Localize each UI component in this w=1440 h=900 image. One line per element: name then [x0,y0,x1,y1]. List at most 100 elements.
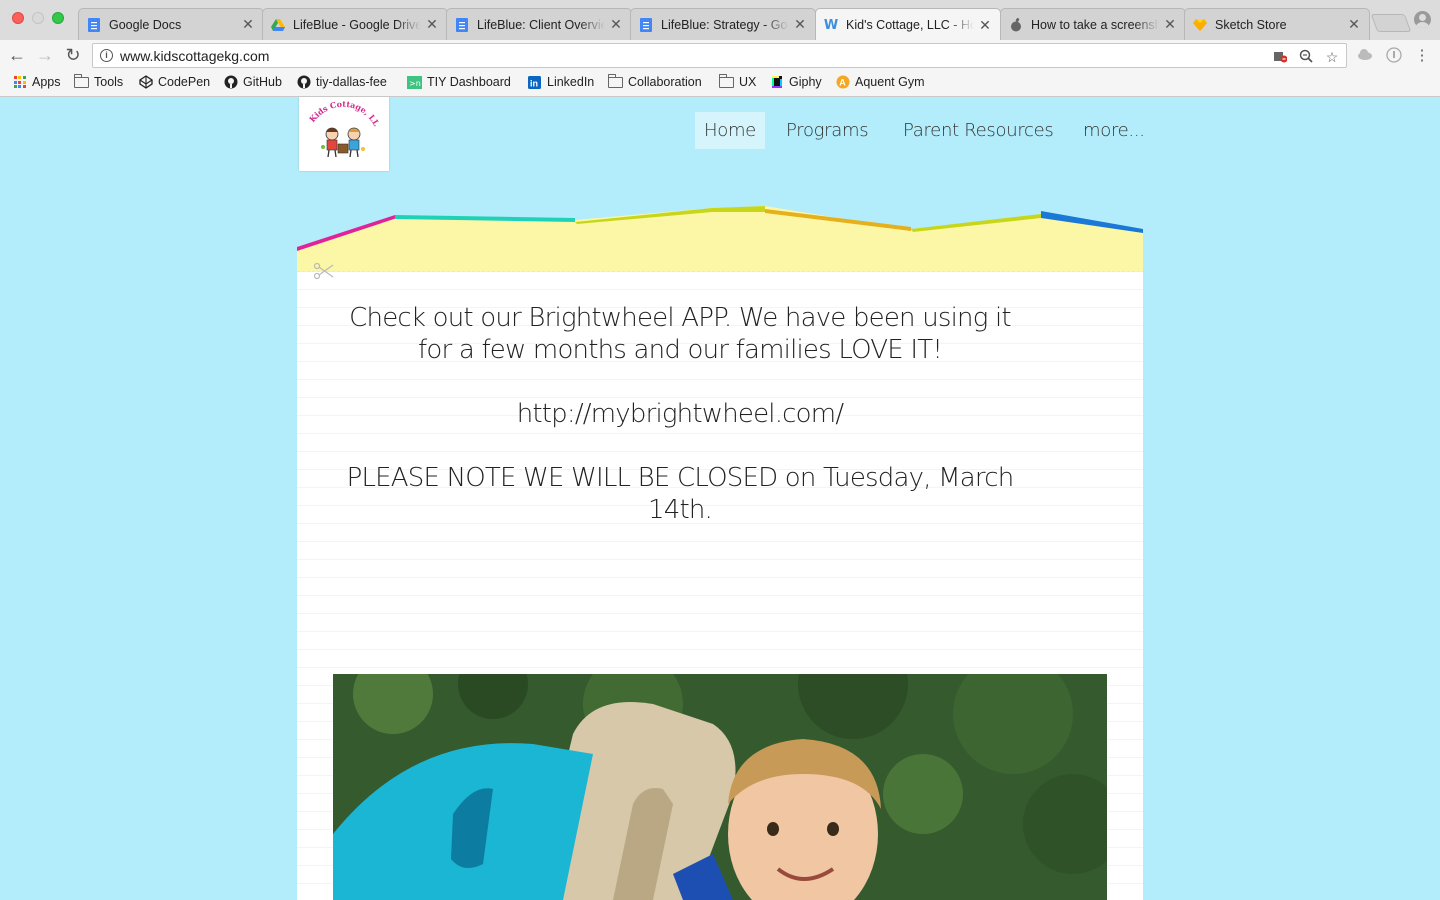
folder-icon [719,73,734,89]
nav-programs[interactable]: Programs [777,112,877,149]
bookmark-tiy-dallas-fee[interactable]: tiy-dallas-fee [296,75,387,89]
browser-chrome: Google Docs ✕ LifeBlue - Google Drive ✕ … [0,0,1440,97]
linkedin-icon: in [527,75,542,89]
extension-circle-icon[interactable] [1385,47,1403,65]
back-icon[interactable]: ← [6,44,28,66]
address-bar[interactable]: i www.kidscottagekg.com ☆ [92,43,1347,68]
closure-notice-line-2: 14th. [647,495,713,525]
docs-icon [639,17,653,32]
weebly-icon: W [823,17,839,33]
zoom-icon[interactable] [1298,49,1314,65]
tab-title: LifeBlue: Client Overview [477,17,605,32]
bookmark-github[interactable]: GitHub [223,75,282,89]
tab-title: Google Docs [109,17,182,32]
close-tab-icon[interactable]: ✕ [978,17,992,34]
tab-strip: Google Docs ✕ LifeBlue - Google Drive ✕ … [0,0,1440,41]
close-tab-icon[interactable]: ✕ [793,16,807,33]
tab-title: Sketch Store [1215,17,1287,32]
docs-icon [455,17,469,32]
playground-photo-illustration [333,674,1107,900]
tab-lifeblue-client-overview[interactable]: LifeBlue: Client Overview ✕ [446,8,632,40]
tab-lifeblue-drive[interactable]: LifeBlue - Google Drive ✕ [262,8,448,40]
tab-sketch-store[interactable]: Sketch Store ✕ [1184,8,1370,40]
codepen-icon [138,75,153,89]
bookmark-label: Tools [94,75,124,89]
nav-more[interactable]: more... [1074,112,1154,149]
bookmark-linkedin[interactable]: in LinkedIn [527,75,594,89]
bookmark-codepen[interactable]: CodePen [138,75,210,89]
browser-toolbar: ← → ↻ i www.kidscottagekg.com ☆ ⋮ [0,40,1440,70]
profile-icon[interactable] [1414,11,1431,28]
bookmark-label: tiy-dallas-fee [316,75,387,89]
bookmark-label: Collaboration [628,75,702,89]
bookmark-tiy-dashboard[interactable]: >n TIY Dashboard [407,75,511,89]
nav-home[interactable]: Home [695,112,765,149]
apps-grid-icon [12,75,27,89]
nav-parent-resources[interactable]: Parent Resources [894,112,1062,149]
reload-icon[interactable]: ↻ [62,44,84,66]
tab-screenshot-howto[interactable]: How to take a screenshot ✕ [1000,8,1186,40]
new-tab-button[interactable] [1370,14,1412,32]
folder-icon [608,73,623,89]
bookmark-label: UX [739,75,757,89]
giphy-icon [769,75,784,89]
maximize-window-button[interactable] [52,12,64,24]
close-tab-icon[interactable]: ✕ [425,16,439,33]
web-page: Kids Cottage, LLC Home Programs Parent R… [0,97,1440,900]
featured-photo [333,674,1107,900]
info-icon[interactable]: i [100,49,113,62]
svg-text:A: A [839,78,846,88]
svg-text:>n: >n [409,79,421,88]
bookmark-aquent-gym[interactable]: A Aquent Gym [835,75,924,89]
apple-icon [1009,17,1023,32]
brightwheel-link[interactable]: http://mybrightwheel.com/ [330,398,1030,430]
github-icon [296,75,311,89]
aquent-icon: A [835,75,850,89]
github-icon [223,75,238,89]
bookmark-label: Aquent Gym [855,75,925,89]
menu-kebab-icon[interactable]: ⋮ [1413,47,1431,65]
bookmark-star-icon[interactable]: ☆ [1324,49,1340,65]
docs-icon [87,17,101,32]
folder-icon [74,73,89,89]
url-text: www.kidscottagekg.com [120,48,270,64]
logo-illustration: Kids Cottage, LLC [296,97,382,158]
bookmark-collaboration[interactable]: Collaboration [608,73,702,89]
svg-text:in: in [530,78,538,88]
decorative-header-stripes [297,206,1143,274]
close-tab-icon[interactable]: ✕ [241,16,255,33]
sketch-icon [1193,18,1207,32]
bookmark-tools[interactable]: Tools [74,73,124,89]
tab-google-docs[interactable]: Google Docs ✕ [78,8,264,40]
blocked-plugin-icon[interactable] [1272,49,1288,65]
tab-kids-cottage[interactable]: W Kid's Cottage, LLC - Home ✕ [815,8,1001,41]
close-tab-icon[interactable]: ✕ [1347,16,1361,33]
announcement-line-1: Check out our Brightwheel APP. We have b… [349,303,1011,333]
drive-icon [271,18,285,32]
tab-title: How to take a screenshot [1031,17,1159,32]
logo-text: Kids Cottage, LLC [296,97,382,128]
site-logo[interactable]: Kids Cottage, LLC [296,97,389,171]
close-window-button[interactable] [12,12,24,24]
scissors-icon [313,262,334,280]
bookmark-ux[interactable]: UX [719,73,757,89]
bookmark-giphy[interactable]: Giphy [769,75,822,89]
bookmark-apps[interactable]: Apps [12,75,61,89]
close-tab-icon[interactable]: ✕ [609,16,623,33]
tab-title: LifeBlue: Strategy - Google Docs [661,17,789,32]
forward-icon[interactable]: → [34,44,56,66]
bookmark-label: GitHub [243,75,282,89]
minimize-window-button[interactable] [32,12,44,24]
tab-title: Kid's Cottage, LLC - Home [846,18,974,32]
bookmark-label: TIY Dashboard [427,75,511,89]
close-tab-icon[interactable]: ✕ [1163,16,1177,33]
tab-lifeblue-strategy[interactable]: LifeBlue: Strategy - Google Docs ✕ [630,8,816,40]
bookmarks-bar: Apps Tools CodePen GitHub tiy-dallas-fee [0,70,1440,97]
tiy-icon: >n [407,75,422,89]
tab-title: LifeBlue - Google Drive [293,17,421,32]
extension-cloud-icon[interactable] [1356,47,1374,65]
bookmark-label: LinkedIn [547,75,595,89]
bookmark-label: Apps [32,75,61,89]
svg-text:Kids Cottage, LLC: Kids Cottage, LLC [299,97,382,128]
bookmark-label: Giphy [789,75,822,89]
